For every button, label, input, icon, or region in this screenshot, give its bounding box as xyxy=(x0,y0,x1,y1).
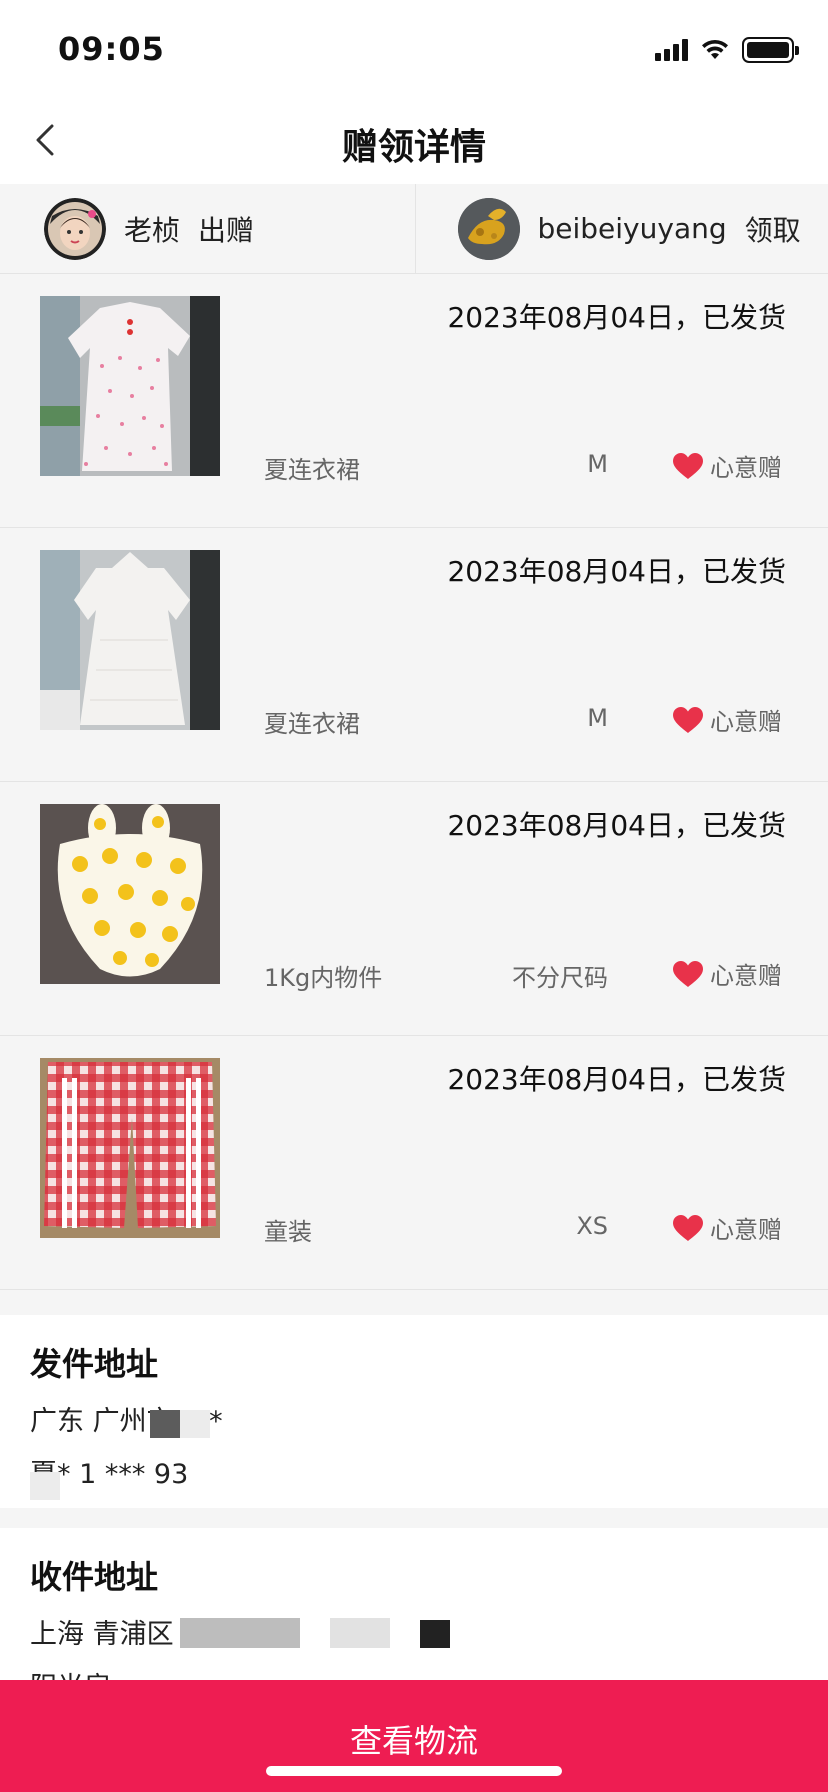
wifi-icon xyxy=(702,39,728,59)
item-name: 1Kg内物件 xyxy=(264,964,383,992)
item-name: 童装 xyxy=(264,1218,312,1246)
item-photo-duck-bib xyxy=(40,804,220,984)
page-title: 赠领详情 xyxy=(341,127,486,168)
nav-bar: 赠领详情 xyxy=(0,96,828,184)
cellular-signal-icon xyxy=(655,39,688,61)
section-divider xyxy=(0,1508,828,1528)
item-date-status: 2023年08月04日，已发货 xyxy=(447,809,786,842)
receiver-name: beibeiyuyang xyxy=(537,212,727,245)
giver-action: 出赠 xyxy=(198,213,255,247)
giver[interactable]: 老桢 出赠 xyxy=(0,184,415,273)
gift-parties: 老桢 出赠 beibeiyuyang 领取 xyxy=(0,184,828,274)
item-date-status: 2023年08月04日，已发货 xyxy=(447,301,786,334)
sender-address-section: 发件地址 广东 广州市 *** 夏* 1 *** 93 xyxy=(0,1315,828,1508)
battery-icon xyxy=(742,37,799,63)
gift-item-list: 2023年08月04日，已发货 夏连衣裙 M 心意赠 2023年08月04日，已… xyxy=(0,274,828,1357)
gift-type-badge: 心意赠 xyxy=(672,702,782,737)
receiver-action: 领取 xyxy=(744,213,801,247)
status-icons xyxy=(655,36,799,64)
gift-type-label: 心意赠 xyxy=(710,708,782,736)
heart-icon xyxy=(673,706,703,733)
redaction-block xyxy=(180,1618,300,1648)
gift-type-badge: 心意赠 xyxy=(672,956,782,991)
redaction-block xyxy=(180,1410,210,1438)
receiver[interactable]: beibeiyuyang 领取 xyxy=(414,184,828,273)
item-photo-dress-pink-dots xyxy=(40,296,220,476)
gift-item[interactable]: 2023年08月04日，已发货 夏连衣裙 M 心意赠 xyxy=(0,528,828,782)
gift-item[interactable]: 2023年08月04日，已发货 1Kg内物件 不分尺码 心意赠 xyxy=(0,782,828,1036)
receiver-avatar xyxy=(457,197,520,260)
item-photo-dress-white xyxy=(40,550,220,730)
item-name: 夏连衣裙 xyxy=(264,456,360,484)
redaction-block xyxy=(30,1472,60,1500)
receiver-address-section: 收件地址 上海 青浦区 号 阳光房 xyxy=(0,1528,828,1703)
redaction-block xyxy=(420,1620,450,1648)
sender-address-line2: 夏* 1 *** 93 xyxy=(30,1459,189,1490)
redaction-block xyxy=(330,1618,390,1648)
status-time: 09:05 xyxy=(58,30,165,68)
heart-icon xyxy=(673,960,703,987)
gift-type-badge: 心意赠 xyxy=(672,1210,782,1245)
gift-item[interactable]: 2023年08月04日，已发货 童装 XS 心意赠 xyxy=(0,1036,828,1290)
sender-address-title: 发件地址 xyxy=(30,1345,159,1383)
item-size: 不分尺码 xyxy=(512,964,608,992)
receiver-address-title: 收件地址 xyxy=(30,1558,159,1596)
item-photo-gingham-pants xyxy=(40,1058,220,1238)
gift-type-badge: 心意赠 xyxy=(672,448,782,483)
item-size: M xyxy=(587,704,608,732)
gift-type-label: 心意赠 xyxy=(710,1216,782,1244)
item-size: XS xyxy=(576,1212,608,1240)
giver-avatar xyxy=(44,197,106,260)
home-indicator xyxy=(266,1766,562,1776)
heart-icon xyxy=(673,452,703,479)
item-date-status: 2023年08月04日，已发货 xyxy=(447,555,786,588)
gift-item[interactable]: 2023年08月04日，已发货 夏连衣裙 M 心意赠 xyxy=(0,274,828,528)
giver-name: 老桢 xyxy=(124,213,181,247)
item-size: M xyxy=(587,450,608,478)
gift-type-label: 心意赠 xyxy=(710,962,782,990)
redaction-block xyxy=(150,1410,180,1438)
item-date-status: 2023年08月04日，已发货 xyxy=(447,1063,786,1096)
item-name: 夏连衣裙 xyxy=(264,710,360,738)
gift-type-label: 心意赠 xyxy=(710,454,782,482)
heart-icon xyxy=(673,1214,703,1241)
status-bar: 09:05 xyxy=(0,0,828,96)
